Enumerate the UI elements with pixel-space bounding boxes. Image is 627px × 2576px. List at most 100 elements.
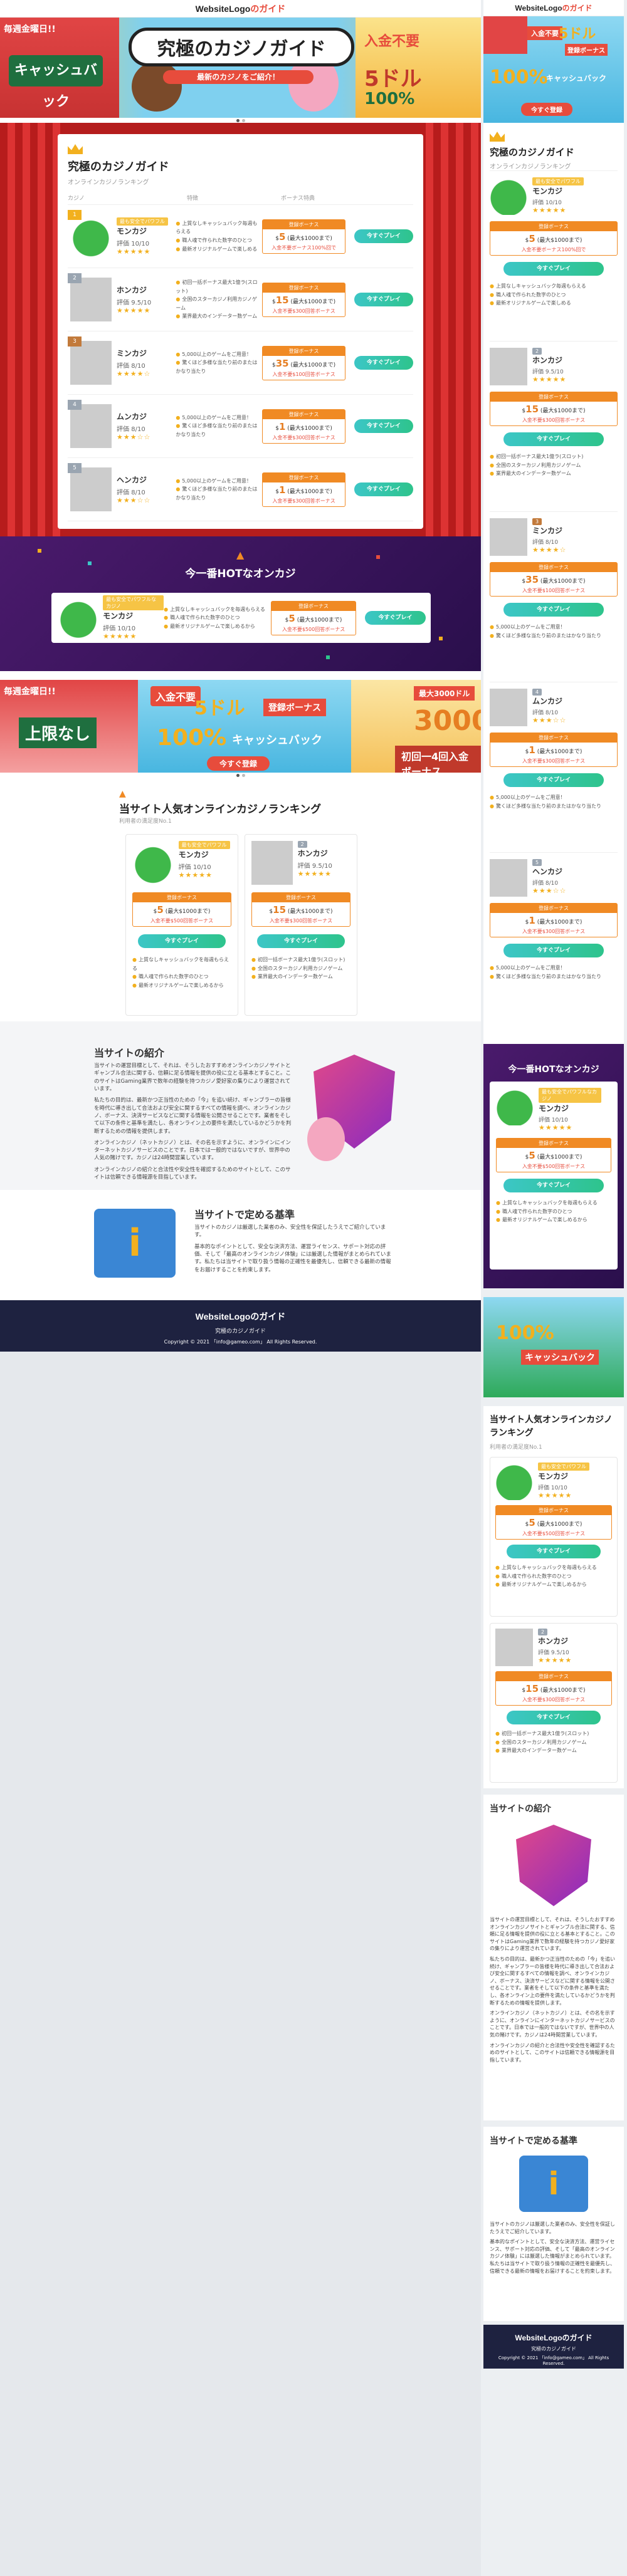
play-button[interactable]: 今すぐプレイ [507,1545,601,1558]
casino-features: 上質なしキャッシュバック毎週もらえる職人魂で作られた数字のひとつ最新オリジナルゲ… [176,219,258,253]
banner-right-mid: 5ドル [364,66,422,91]
ranking-title: 究極のカジノガイド [68,160,169,174]
ranking-row: 2 ホンカジ 評価 9.5/10 ★★★★★ 初回一括ボーナス最大1億ラ(スロッ… [68,268,413,331]
play-button[interactable]: 今すぐプレイ [503,262,604,276]
play-button[interactable]: 今すぐプレイ [503,944,604,957]
casino-logo[interactable] [490,859,527,897]
casino-features: 5,000以上のゲームをご用意！驚くほど多様な当たり前のまたはかなり当たり [176,477,258,503]
play-button[interactable]: 今すぐプレイ [507,1711,601,1724]
ranking-row: 1 最も安全でパワフル モンカジ 評価 10/10 ★★★★★ 上質なしキャッシ… [68,205,413,268]
rank-badge: 4 [68,400,82,410]
bonus-box: 登録ボーナス $1 (最大$1000まで) 入金不要$300回答ボーナス [262,409,345,444]
mobile-ranking-title: 究極のカジノガイド [490,147,574,158]
rating-stars: ★★★☆☆ [117,496,151,504]
play-button[interactable]: 今すぐプレイ [257,934,345,948]
banner-subtitle: 最新のカジノをご紹介！ [163,70,314,84]
hot-play-button[interactable]: 今すぐプレイ [364,611,426,625]
intro-section: 当サイトの紹介 当サイトの運営目標として、それは、そうしたおすすめオンラインカジ… [0,1030,481,1190]
info-illustration: i [519,2156,588,2212]
carousel-dot[interactable] [236,773,240,777]
carousel-dot[interactable] [241,773,245,777]
carousel-dots [0,118,481,123]
casino-info: 最も安全でパワフル モンカジ 評価 10/10 ★★★★★ [117,217,176,256]
site-footer: WebsiteLogoのガイド 究極のカジノガイド Copyright © 20… [0,1300,481,1352]
casino-logo[interactable] [70,278,112,321]
hero-banner[interactable]: 毎週金曜日!! キャッシュバック 究極のカジノガイド 最新のカジノをご紹介！ 入… [0,18,481,118]
play-button[interactable]: 今すぐプレイ [503,432,604,446]
casino-logo[interactable] [59,598,98,638]
casino-logo[interactable] [70,214,112,258]
casino-logo[interactable] [490,518,527,556]
footer-logo[interactable]: WebsiteLogoのガイド [0,1310,481,1323]
fire-icon: ▲ [119,789,126,799]
bonus-box: 登録ボーナス $1 (最大$1000まで) 入金不要$300回答ボーナス [262,472,345,507]
ranking-subtitle: オンラインカジノランキング [68,179,149,186]
play-button[interactable]: 今すぐプレイ [503,773,604,787]
casino-logo[interactable] [70,341,112,385]
bonus-box: 登録ボーナス $15 (最大$1000まで) 入金不要$300回答ボーナス [262,282,345,317]
mobile-hot: 今一番HOTなオンカジ 最も安全でパワフルなカジノ モンカジ 評価 10/10 ★★★… [483,1044,624,1288]
carousel-dots-2 [0,773,481,778]
promo-banner[interactable]: 毎週金曜日!! 上限なし 入金不要 5ドル 登録ボーナス 100% キャッシュバ… [0,680,481,773]
hot-casino-card: 最も安全でパワフルなカジノ モンカジ 評価 10/10 ★★★★★ 上質なしキャ… [51,593,431,643]
casino-logo[interactable] [496,1088,534,1125]
casino-info: ムンカジ 評価 8/10 ★★★☆☆ [117,411,176,441]
mobile-banner[interactable]: 入金不要 5ドル 登録ボーナス 100% キャッシュバック 今すぐ登録 [483,16,624,123]
casino-logo[interactable] [490,177,527,215]
hot-tag: 最も安全でパワフルなカジノ [103,595,164,610]
desktop-view: WebsiteLogoのガイド 毎週金曜日!! キャッシュバック 究極のカジノガ… [0,0,481,1310]
crown-icon [490,132,505,142]
mobile-register-button[interactable]: 今すぐ登録 [521,103,572,116]
rank-badge: 5 [68,463,82,473]
col-casino: カジノ [68,196,85,202]
rating-stars: ★★★☆☆ [117,433,151,441]
play-button[interactable]: 今すぐプレイ [354,293,413,306]
ranking2-subtitle: 利用者の満足度No.1 [119,818,172,825]
play-button[interactable]: 今すぐプレイ [354,229,413,243]
casino-name: ヘンカジ [117,476,147,484]
site-logo[interactable]: WebsiteLogoのガイド [196,3,286,15]
rank-badge: 1 [68,210,82,220]
casino-logo[interactable] [490,689,527,726]
intro-text: 当サイトの運営目標として、それは、そうしたおすすめオンラインカジノサイトとギャン… [94,1063,292,1181]
intro-title: 当サイトの紹介 [94,1047,165,1059]
promo-register-button[interactable]: 今すぐ登録 [207,756,270,771]
casino-logo[interactable] [251,841,293,885]
hot-title: 今一番HOTなオンカジ [185,568,296,580]
play-button[interactable]: 今すぐプレイ [354,356,413,370]
standard-section: i 当サイトで定める基準 当サイトのカジノは厳選した業者のみ、安全性を保証したう… [0,1190,481,1303]
promo-mid: 入金不要 5ドル 登録ボーナス 100% キャッシュバック 今すぐ登録 [138,680,351,773]
play-button[interactable]: 今すぐプレイ [354,419,413,433]
play-button[interactable]: 今すぐプレイ [503,603,604,617]
casino-logo[interactable] [70,467,112,511]
hot-stars: ★★★★★ [103,632,137,640]
mobile-logo[interactable]: WebsiteLogoのガイド [515,3,592,13]
curtain-right [418,123,481,536]
mobile-hot-card: 最も安全でパワフルなカジノ モンカジ 評価 10/10 ★★★★★ 登録ボーナス $5 … [490,1082,618,1270]
banner-left-panel: 毎週金曜日!! キャッシュバック [0,18,119,118]
casino-logo[interactable] [495,1463,533,1500]
standard-text: 当サイトのカジノは厳選した業者のみ、安全性を保証したうえでご紹介しています。 基… [194,1224,391,1273]
mobile-ranking2: 当サイト人気オンラインカジノランキング 利用者の満足度No.1 最も安全でパワフ… [483,1406,624,1788]
play-button[interactable]: 今すぐプレイ [354,482,413,496]
casino-logo[interactable] [132,841,174,885]
casino-logo[interactable] [495,1629,533,1666]
mobile-ranking-row: 5 ヘンカジ 評価 8/10 ★★★☆☆ 登録ボーナス $1 (最大$1000まで) 入… [490,852,618,1023]
ranking-card: 究極のカジノガイド オンラインカジノランキング カジノ 特徴 ボーナス特典 1 … [58,134,423,529]
curtain-left [0,123,63,536]
mobile-hot-play-button[interactable]: 今すぐプレイ [503,1179,604,1192]
casino-logo[interactable] [70,404,112,448]
casino-name: ホンカジ [117,286,147,295]
mobile-promo[interactable]: 100% キャッシュバック [483,1297,624,1397]
mobile-ranking2-card: 2 ホンカジ 評価 9.5/10 ★★★★★ 登録ボーナス $15 (最大$1000ま… [490,1623,618,1783]
carousel-dot[interactable] [241,118,245,122]
ranking2-section: ▲ 当サイト人気オンラインカジノランキング 利用者の満足度No.1 最も安全でパ… [0,778,481,1021]
hot-bonus-box: 登録ボーナス $5 (最大$1000まで) 入金不要$500回答ボーナス [271,600,356,635]
play-button[interactable]: 今すぐプレイ [138,934,226,948]
carousel-dot[interactable] [236,118,240,122]
casino-info: ホンカジ 評価 9.5/10 ★★★★★ [117,284,176,315]
casino-logo[interactable] [490,348,527,385]
ranking-row: 3 ミンカジ 評価 8/10 ★★★★☆ 5,000以上のゲームをご用意！驚くほ… [68,331,413,395]
promo-right: 最大3000ドル 3000 初回一4回入金ボーナス [351,680,481,773]
site-header: WebsiteLogoのガイド [0,0,481,18]
